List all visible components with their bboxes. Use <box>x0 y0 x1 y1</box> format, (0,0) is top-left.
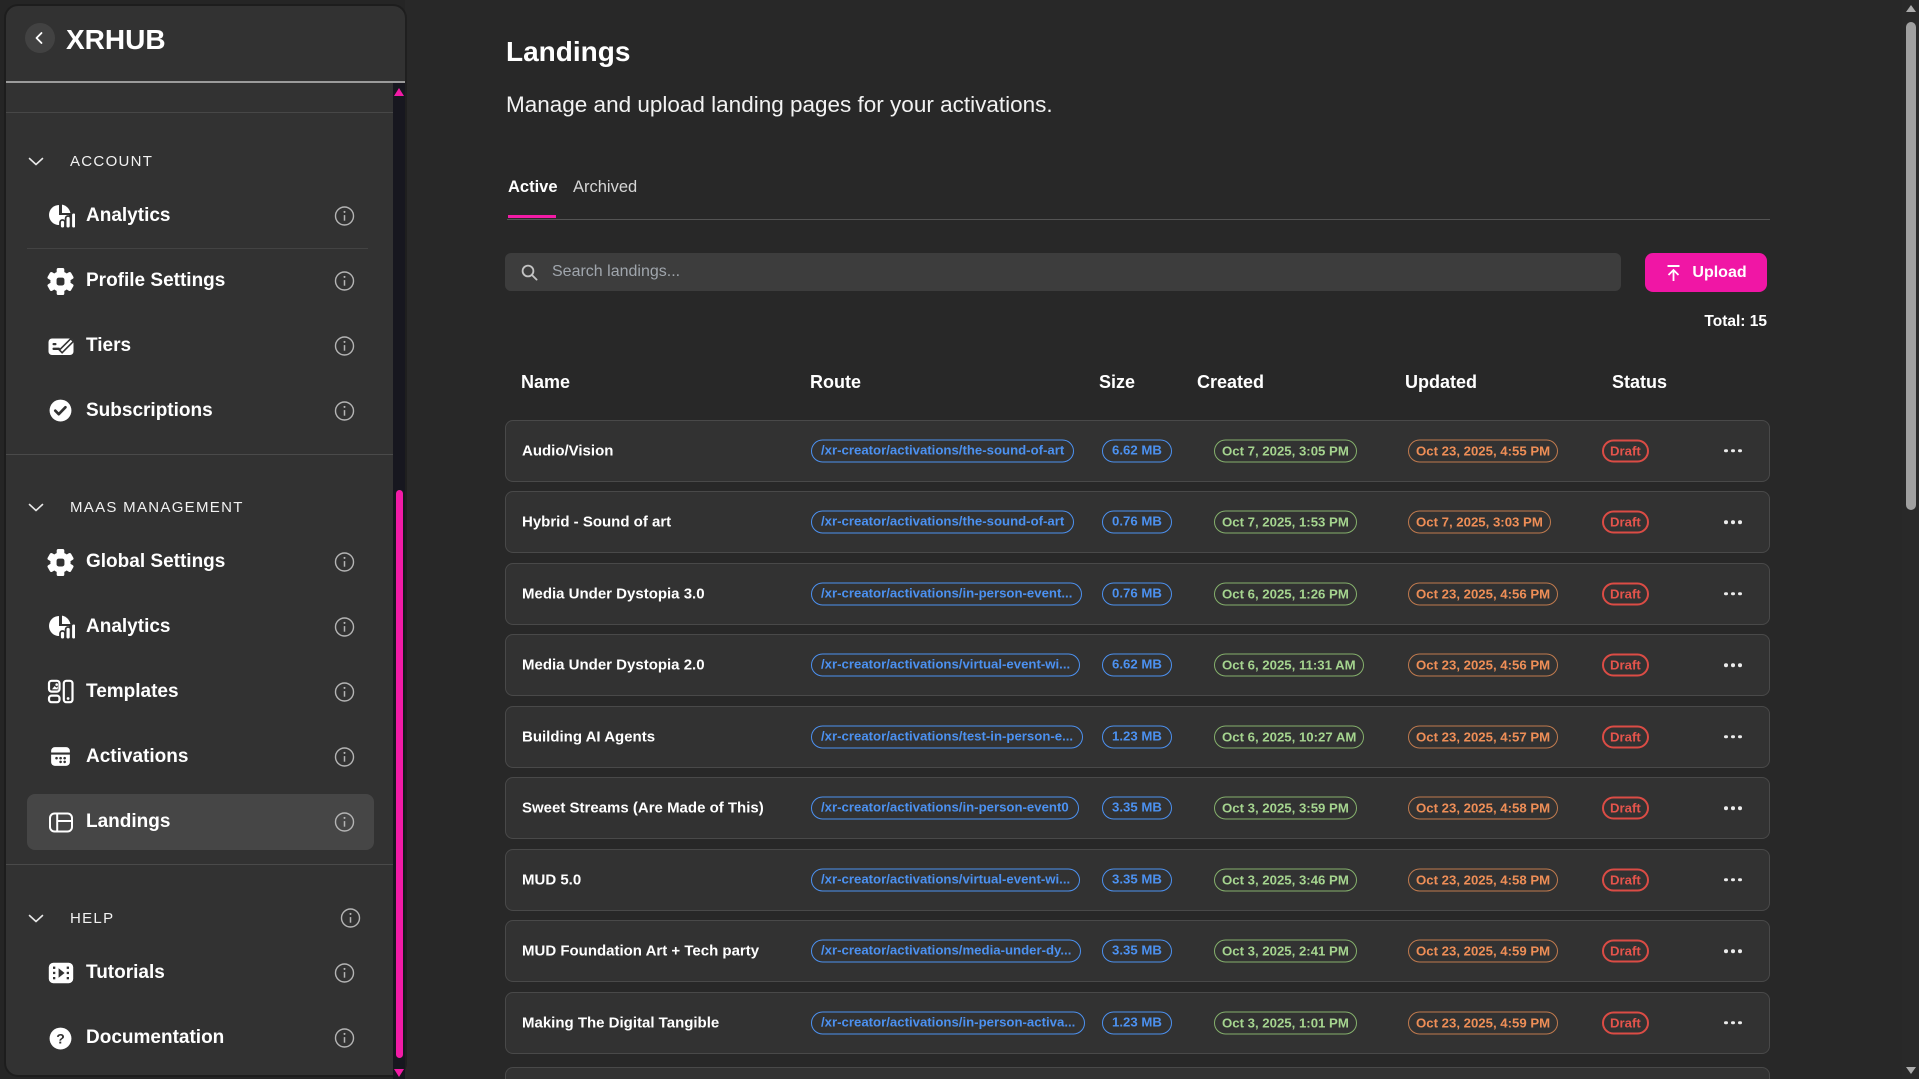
svg-text:?: ? <box>56 1030 65 1046</box>
